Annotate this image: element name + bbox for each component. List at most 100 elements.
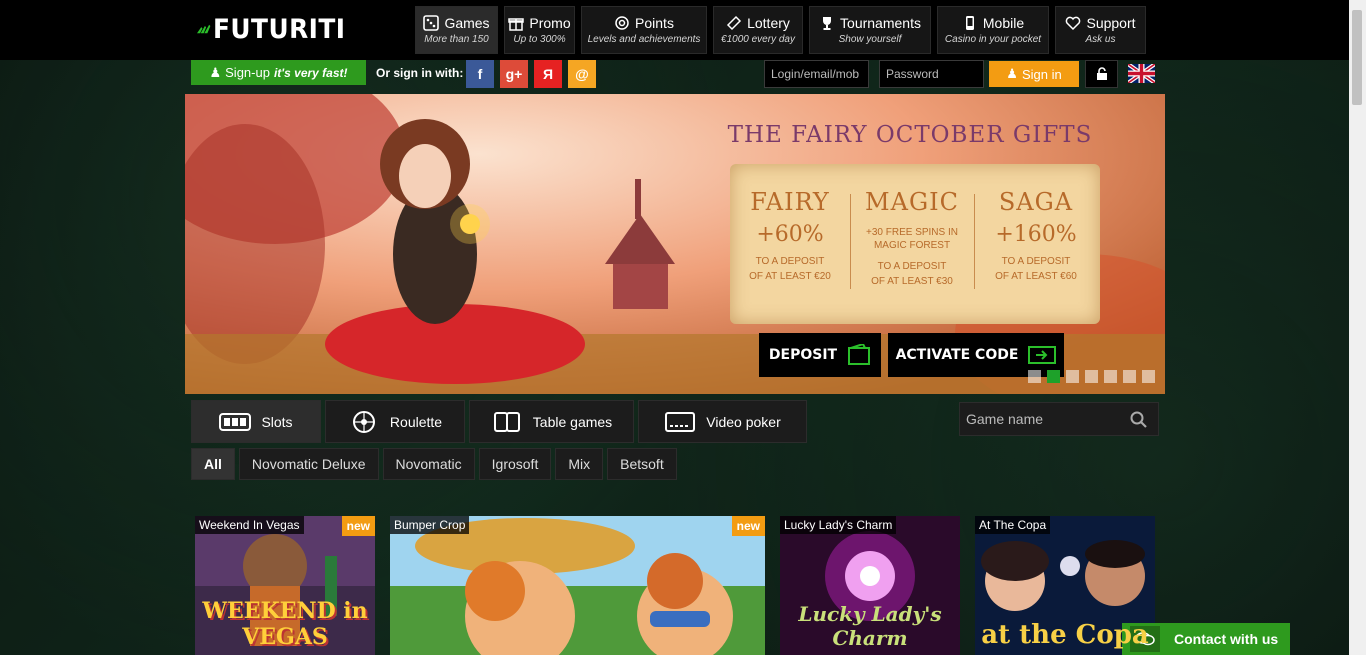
slider-dot[interactable] xyxy=(1028,370,1041,383)
offer-extra: +30 FREE SPINS IN MAGIC FOREST xyxy=(866,227,958,251)
offer-deposit-line1: TO A DEPOSIT xyxy=(1001,256,1071,267)
mail-login-button[interactable]: @ xyxy=(568,60,596,88)
scrollbar-thumb[interactable] xyxy=(1352,10,1362,105)
provider-mix[interactable]: Mix xyxy=(555,448,604,480)
slider-dots xyxy=(1028,370,1155,383)
logo-mark-icon xyxy=(197,24,211,34)
nav-lottery-sub: €1000 every day xyxy=(721,34,795,45)
slider-dot[interactable] xyxy=(1085,370,1098,383)
provider-igrosoft[interactable]: Igrosoft xyxy=(478,448,552,480)
offer-name: MAGIC xyxy=(865,188,959,216)
game-tile[interactable]: Weekend In Vegas new WEEKEND in VEGAS xyxy=(195,516,375,655)
game-title: Lucky Lady's Charm xyxy=(780,516,897,534)
facebook-login-button[interactable]: f xyxy=(466,60,494,88)
facebook-icon: f xyxy=(477,66,483,82)
nav-games[interactable]: Games More than 150 xyxy=(415,6,498,54)
tab-table-games[interactable]: Table games xyxy=(469,400,634,443)
video-poker-icon xyxy=(665,411,696,432)
offer-divider xyxy=(974,194,975,289)
heart-icon xyxy=(1066,16,1081,31)
offer-name: SAGA xyxy=(998,188,1074,216)
signin-label: Sign in xyxy=(1021,66,1062,82)
signup-button[interactable]: ♟ Sign-up it's very fast! xyxy=(191,60,366,85)
nav-lottery-label: Lottery xyxy=(747,15,790,31)
phone-icon xyxy=(965,16,974,30)
login-input[interactable] xyxy=(764,60,869,88)
game-tile[interactable]: Lucky Lady's Charm Lucky Lady's Charm xyxy=(780,516,960,655)
offer-divider xyxy=(850,194,851,289)
signup-tagline: it's very fast! xyxy=(273,65,348,80)
nav-support-label: Support xyxy=(1086,15,1136,31)
tab-roulette[interactable]: Roulette xyxy=(325,400,465,443)
nav-tournaments-sub: Show yourself xyxy=(838,34,902,45)
lock-button[interactable] xyxy=(1085,60,1118,88)
promo-banner[interactable]: THE FAIRY OCTOBER GIFTS FAIRY +60% TO A … xyxy=(185,94,1165,394)
offers-scroll: FAIRY +60% TO A DEPOSIT OF AT LEAST €20 … xyxy=(730,164,1100,324)
nav-mobile[interactable]: Mobile Casino in your pocket xyxy=(937,6,1049,54)
game-tile[interactable]: Bumper Crop new xyxy=(390,516,765,655)
slider-dot[interactable] xyxy=(1123,370,1136,383)
new-badge: new xyxy=(731,516,765,536)
provider-novomatic-deluxe[interactable]: Novomatic Deluxe xyxy=(238,448,379,480)
nav-support-sub: Ask us xyxy=(1085,34,1116,45)
signin-button[interactable]: ♟ Sign in xyxy=(989,61,1079,87)
page-scrollbar[interactable] xyxy=(1349,0,1366,655)
nav-mobile-sub: Casino in your pocket xyxy=(944,34,1042,45)
nav-mobile-label: Mobile xyxy=(982,15,1025,31)
slider-dot-active[interactable] xyxy=(1047,370,1060,383)
target-icon xyxy=(615,16,629,30)
offer-deposit-line2: OF AT LEAST €30 xyxy=(871,276,953,287)
tab-slots[interactable]: Slots xyxy=(191,400,321,443)
nav-promo-sub: Up to 300% xyxy=(513,34,566,45)
contact-label: Contact with us xyxy=(1174,631,1279,647)
nav-promo-label: Promo xyxy=(529,15,571,31)
slot-machine-icon xyxy=(219,412,252,431)
provider-novomatic[interactable]: Novomatic xyxy=(382,448,475,480)
offer-magic: MAGIC +30 FREE SPINS IN MAGIC FOREST TO … xyxy=(852,164,972,288)
deposit-button[interactable]: DEPOSIT xyxy=(759,333,881,377)
tab-video-poker[interactable]: Video poker xyxy=(638,400,807,443)
game-tile[interactable]: At The Copa at the Copa xyxy=(975,516,1155,655)
offer-value: +160% xyxy=(995,222,1077,247)
nav-games-label: Games xyxy=(444,15,490,31)
slider-dot[interactable] xyxy=(1142,370,1155,383)
tab-roulette-label: Roulette xyxy=(389,413,443,430)
password-input[interactable] xyxy=(879,60,984,88)
offer-deposit-line2: OF AT LEAST €20 xyxy=(749,271,831,282)
google-plus-login-button[interactable]: g+ xyxy=(500,60,528,88)
mail-icon: @ xyxy=(575,66,589,82)
offer-deposit-line1: TO A DEPOSIT xyxy=(877,261,947,272)
offer-value: +60% xyxy=(756,222,824,247)
nav-lottery[interactable]: Lottery €1000 every day xyxy=(713,6,803,54)
nav-support[interactable]: Support Ask us xyxy=(1055,6,1146,54)
game-category-tabs: Slots Roulette Table games Video poker xyxy=(191,400,807,443)
trophy-icon xyxy=(823,17,832,30)
game-title: Weekend In Vegas xyxy=(195,516,304,534)
signup-label: Sign-up xyxy=(225,65,270,80)
nav-tournaments[interactable]: Tournaments Show yourself xyxy=(809,6,931,54)
uk-flag-icon[interactable] xyxy=(1128,64,1155,83)
game-art-label: Lucky Lady's Charm xyxy=(798,602,942,650)
google-plus-icon: g+ xyxy=(505,66,523,82)
slider-dot[interactable] xyxy=(1066,370,1079,383)
slider-dot[interactable] xyxy=(1104,370,1117,383)
game-title: At The Copa xyxy=(975,516,1051,534)
game-search-input[interactable] xyxy=(960,411,1120,427)
provider-all[interactable]: All xyxy=(191,448,235,480)
tab-video-poker-label: Video poker xyxy=(706,413,781,430)
lock-icon xyxy=(1096,67,1107,80)
provider-filters: All Novomatic Deluxe Novomatic Igrosoft … xyxy=(191,448,677,480)
yandex-login-button[interactable]: Я xyxy=(534,60,562,88)
game-search xyxy=(959,402,1159,436)
provider-betsoft[interactable]: Betsoft xyxy=(607,448,677,480)
user-plus-icon: ♟ xyxy=(209,64,222,80)
logo[interactable]: FUTURITI xyxy=(197,12,357,46)
nav-points[interactable]: Points Levels and achievements xyxy=(581,6,707,54)
top-bar: FUTURITI Games More than 150 Promo Up to… xyxy=(0,0,1366,60)
nav-promo[interactable]: Promo Up to 300% xyxy=(504,6,575,54)
ticket-icon xyxy=(727,15,742,31)
offer-fairy: FAIRY +60% TO A DEPOSIT OF AT LEAST €20 xyxy=(730,164,850,283)
search-icon[interactable] xyxy=(1130,411,1148,429)
yandex-icon: Я xyxy=(542,66,554,82)
nav-points-label: Points xyxy=(635,15,674,31)
